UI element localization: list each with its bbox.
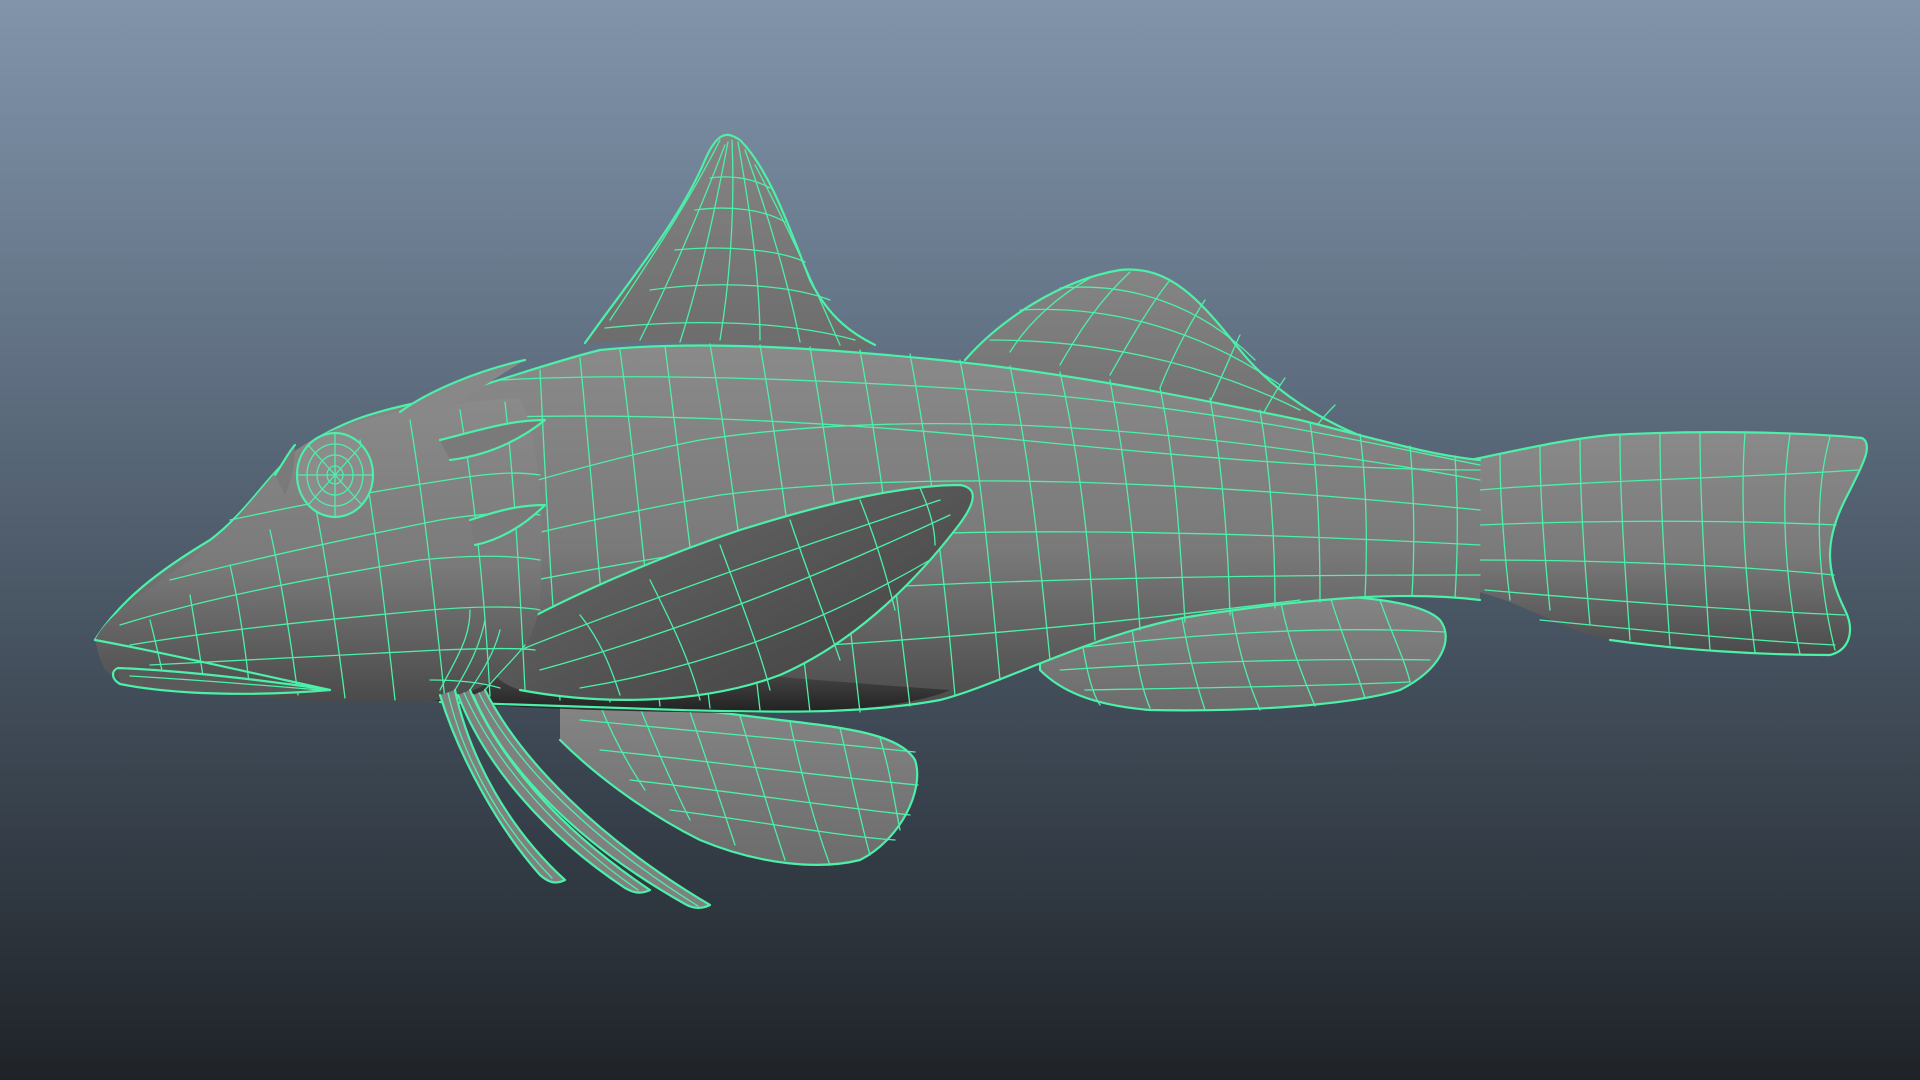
caudal-fin[interactable]	[1468, 431, 1868, 657]
dorsal-fin-front[interactable]	[583, 133, 877, 352]
fish-mesh-model[interactable]	[0, 0, 1920, 1080]
fish-head[interactable]	[93, 358, 547, 702]
3d-viewport[interactable]	[0, 0, 1920, 1080]
eye-socket[interactable]	[295, 431, 375, 519]
